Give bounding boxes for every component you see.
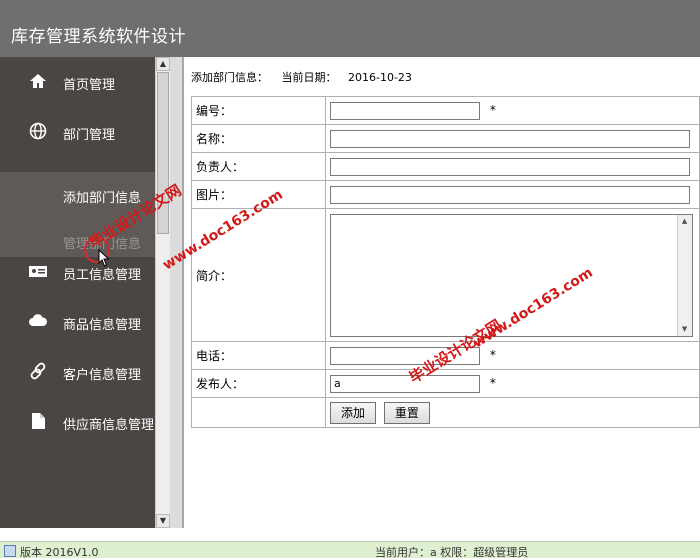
- image-input[interactable]: [330, 185, 691, 204]
- date-label: 当前日期：: [281, 71, 337, 84]
- add-button[interactable]: 添加: [330, 401, 377, 424]
- scroll-up-icon[interactable]: ▲: [156, 57, 170, 71]
- publisher-label: 发布人：: [190, 369, 327, 398]
- mouse-cursor-icon: [98, 248, 110, 271]
- sidebar-item-label: 首页管理: [63, 78, 116, 93]
- version-text: 版本 2016V1.0: [20, 546, 99, 559]
- sidebar-scrollbar[interactable]: ▲ ▼: [155, 57, 170, 528]
- code-label: 编号：: [190, 96, 327, 125]
- sidebar-item-employee[interactable]: 员工信息管理: [0, 247, 155, 297]
- textarea-scrollbar[interactable]: ▲ ▼: [677, 214, 693, 336]
- required-mark: *: [489, 348, 496, 362]
- sidebar-item-home[interactable]: 首页管理: [0, 57, 155, 107]
- file-icon: [28, 411, 48, 431]
- panel-divider-line: [182, 57, 184, 528]
- sidebar-item-label: 供应商信息管理: [63, 418, 155, 433]
- sidebar: 首页管理 部门管理 添加部门信息 管理部门信息 员工信息管理 商品信息管理 客户…: [0, 57, 155, 528]
- publisher-input[interactable]: [330, 374, 481, 393]
- reset-button[interactable]: 重置: [383, 401, 430, 424]
- sidebar-item-supplier[interactable]: 供应商信息管理: [0, 397, 155, 447]
- form-row-manager: 负责人：: [190, 152, 700, 181]
- sidebar-item-goods[interactable]: 商品信息管理: [0, 297, 155, 347]
- department-form: 编号： * 名称： 负责人： 图片： 简介： ▲ ▼ 电话： * 发布人： a …: [190, 96, 700, 428]
- form-row-name: 名称：: [190, 124, 700, 153]
- id-card-icon: [28, 261, 48, 281]
- scroll-up-icon[interactable]: ▲: [678, 215, 691, 228]
- sidebar-item-label: 部门管理: [63, 128, 116, 143]
- scroll-down-icon[interactable]: ▼: [678, 323, 691, 336]
- sidebar-item-label: 客户信息管理: [63, 368, 142, 383]
- globe-icon: [28, 121, 48, 141]
- name-input[interactable]: [330, 129, 691, 148]
- code-input[interactable]: [330, 101, 481, 120]
- sidebar-item-department[interactable]: 部门管理: [0, 107, 155, 157]
- form-row-actions: 添加 重置: [190, 397, 700, 428]
- manager-label: 负责人：: [190, 152, 327, 181]
- required-mark: *: [489, 376, 496, 390]
- required-mark: *: [489, 103, 496, 117]
- form-row-code: 编号： *: [190, 96, 700, 125]
- date-value: 2016-10-23: [348, 71, 412, 84]
- panel-divider: [170, 57, 182, 528]
- current-user-info: 当前用户：a 权限：超级管理员: [375, 546, 529, 559]
- sidebar-subitem-add-department[interactable]: 添加部门信息: [63, 187, 141, 206]
- form-row-publisher: 发布人： *: [190, 369, 700, 398]
- phone-label: 电话：: [190, 341, 327, 370]
- name-label: 名称：: [190, 124, 327, 153]
- sidebar-item-label: 商品信息管理: [63, 318, 142, 333]
- sidebar-item-customer[interactable]: 客户信息管理: [0, 347, 155, 397]
- scroll-down-icon[interactable]: ▼: [156, 514, 170, 528]
- app-title: 库存管理系统软件设计: [11, 27, 186, 47]
- app-header: 库存管理系统软件设计: [0, 0, 700, 57]
- link-icon: [28, 361, 48, 381]
- cloud-icon: [28, 311, 48, 331]
- manager-input[interactable]: [330, 157, 691, 176]
- content-title: 添加部门信息：: [191, 71, 268, 84]
- content-heading: 添加部门信息： 当前日期： 2016-10-23: [191, 69, 412, 85]
- status-bar: 版本 2016V1.0 当前用户：a 权限：超级管理员: [0, 541, 700, 559]
- version-icon: [4, 545, 16, 557]
- home-icon: [28, 71, 48, 91]
- form-row-intro: 简介： ▲ ▼: [190, 208, 700, 342]
